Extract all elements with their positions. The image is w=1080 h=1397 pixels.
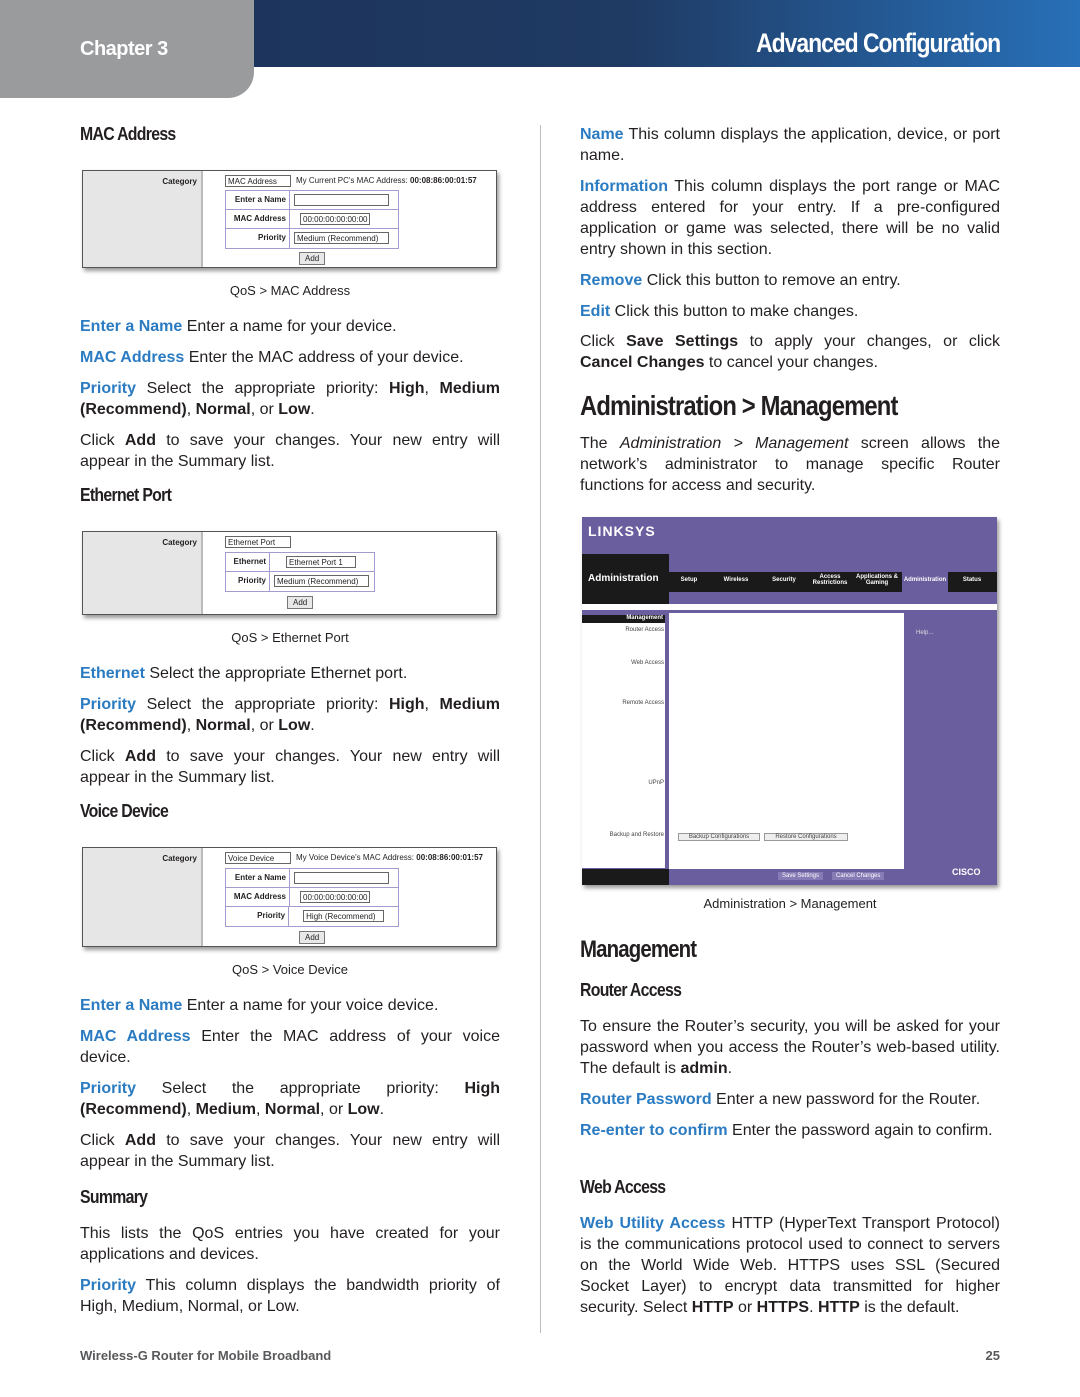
ethernet-select: Ethernet Port 1: [286, 556, 356, 568]
heading-admin-management: Administration > Management: [580, 390, 898, 421]
figure-qos-voice: Category Voice Device My Voice Device's …: [82, 847, 497, 947]
para-admin-intro: The Administration > Management screen a…: [580, 435, 1001, 494]
label-upnp: UPnP: [648, 780, 664, 786]
mac-note: My Voice Device's MAC Address:: [296, 853, 415, 862]
category-label: Category: [162, 177, 197, 186]
sub-tab-management: Management: [582, 615, 665, 623]
chapter-tab: Chapter 3: [0, 0, 254, 98]
add-button: Add: [287, 596, 314, 609]
para-summary: This lists the QoS entries you have crea…: [80, 1225, 500, 1263]
tab-wireless: Wireless: [723, 577, 749, 583]
name-label: Enter a Name: [226, 869, 290, 887]
tab-access-restrictions: Access Restrictions: [812, 574, 848, 586]
linksys-logo: LINKSYS: [588, 523, 656, 539]
tab-administration: Administration: [902, 572, 948, 592]
para-priority: Priority Select the appropriate priority…: [80, 1080, 500, 1118]
para-add: Click Add to save your changes. Your new…: [80, 432, 500, 470]
para-name: Name This column displays the applicatio…: [580, 126, 1000, 164]
cisco-logo: CISCO: [952, 867, 981, 877]
chapter-label: Chapter 3: [80, 38, 168, 60]
category-label: Category: [162, 854, 197, 863]
priority-select: Medium (Recommend): [294, 232, 389, 244]
priority-select: High (Recommend): [303, 910, 384, 922]
save-settings-button: Save Settings: [778, 872, 824, 880]
name-label: Enter a Name: [226, 191, 290, 209]
category-select: MAC Address: [225, 175, 291, 187]
para-mac-address: MAC Address Enter the MAC address of you…: [80, 349, 464, 366]
para-router-access: To ensure the Router’s security, you wil…: [580, 1018, 1000, 1077]
figure-admin-management: LINKSYS Administration Setup Wireless Se…: [582, 517, 997, 885]
add-button: Add: [299, 931, 326, 944]
tab-security: Security: [772, 577, 796, 583]
para-priority: Priority Select the appropriate priority…: [80, 696, 500, 734]
heading-voice-device: Voice Device: [80, 801, 169, 821]
section-title: Advanced Configuration: [755, 28, 1001, 58]
mac-value: 00:08:86:00:01:57: [410, 176, 477, 185]
mac-value: 00:08:86:00:01:57: [416, 853, 483, 862]
heading-mac-address: MAC Address: [80, 124, 176, 144]
para-router-password: Router Password Enter a new password for…: [580, 1091, 981, 1108]
tab-applications-gaming: Applications & Gaming: [855, 574, 898, 586]
priority-label: Priority: [226, 572, 270, 591]
para-edit: Edit Click this button to make changes.: [580, 303, 859, 320]
column-divider: [540, 125, 541, 1333]
mac-input: 00:00:00:00:00:00: [300, 213, 370, 225]
para-information: Information This column displays the por…: [580, 178, 1000, 258]
tab-status: Status: [962, 577, 982, 583]
footer-product: Wireless-G Router for Mobile Broadband: [80, 1348, 332, 1363]
figure-qos-mac: Category MAC Address My Current PC's MAC…: [82, 170, 497, 268]
ethernet-label: Ethernet: [226, 553, 270, 571]
category-select: Voice Device: [225, 852, 291, 864]
restore-button: Restore Configurations: [764, 833, 848, 841]
figure-qos-ethernet: Category Ethernet Port Ethernet Ethernet …: [82, 531, 497, 615]
add-button: Add: [299, 252, 326, 265]
para-reenter: Re-enter to confirm Enter the password a…: [580, 1122, 993, 1139]
help-link: Help...: [916, 630, 934, 636]
figure-caption: QoS > Ethernet Port: [231, 630, 349, 645]
label-backup-restore: Backup and Restore: [609, 832, 664, 838]
para-enter-name: Enter a Name Enter a name for your voice…: [80, 997, 439, 1014]
category-label: Category: [162, 538, 197, 547]
page-number: 25: [985, 1348, 1000, 1363]
section-title: Administration: [588, 573, 659, 584]
para-add: Click Add to save your changes. Your new…: [80, 1132, 500, 1170]
label-remote-access: Remote Access: [622, 700, 664, 706]
cancel-changes-button: Cancel Changes: [832, 872, 885, 880]
para-save: Click Save Settings to apply your change…: [580, 333, 1000, 371]
para-priority-column: Priority This column displays the bandwi…: [80, 1277, 500, 1315]
figure-caption: Administration > Management: [703, 896, 877, 911]
para-enter-name: Enter a Name Enter a name for your devic…: [80, 318, 397, 335]
para-priority: Priority Select the appropriate priority…: [80, 380, 500, 418]
heading-ethernet-port: Ethernet Port: [80, 485, 172, 505]
priority-select: Medium (Recommend): [274, 575, 369, 587]
label-web-access: Web Access: [631, 660, 664, 666]
mac-label: MAC Address: [226, 888, 290, 906]
mac-note: My Current PC's MAC Address:: [296, 176, 408, 185]
priority-label: Priority: [226, 229, 290, 248]
heading-summary: Summary: [80, 1187, 148, 1207]
para-remove: Remove Click this button to remove an en…: [580, 272, 901, 289]
heading-management: Management: [580, 936, 697, 963]
heading-web-access: Web Access: [580, 1177, 666, 1197]
header-bar: Advanced Configuration: [254, 0, 1080, 67]
heading-router-access: Router Access: [580, 980, 682, 1000]
para-add: Click Add to save your changes. Your new…: [80, 748, 500, 786]
mac-label: MAC Address: [226, 210, 290, 228]
para-web-utility-access: Web Utility Access HTTP (HyperText Trans…: [580, 1215, 1000, 1316]
backup-button: Backup Configurations: [678, 833, 760, 841]
figure-caption: QoS > Voice Device: [232, 962, 348, 977]
category-select: Ethernet Port: [225, 536, 291, 548]
figure-caption: QoS > MAC Address: [229, 283, 351, 298]
label-router-access: Router Access: [625, 627, 664, 633]
priority-label: Priority: [226, 907, 290, 926]
tab-setup: Setup: [680, 577, 698, 583]
para-ethernet: Ethernet Select the appropriate Ethernet…: [80, 665, 408, 682]
mac-input: 00:00:00:00:00:00: [300, 891, 370, 903]
para-mac-address: MAC Address Enter the MAC address of you…: [80, 1028, 501, 1066]
